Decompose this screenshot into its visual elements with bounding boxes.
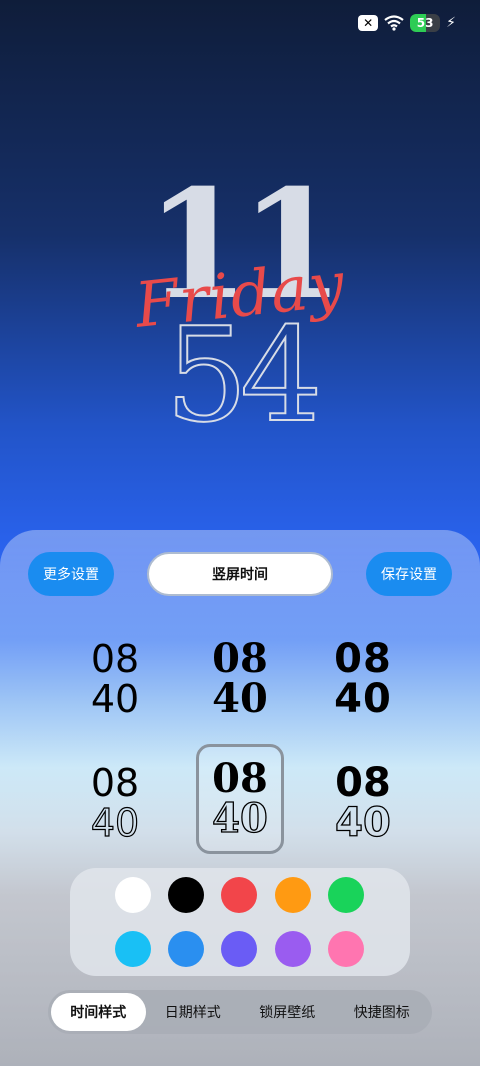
color-palette [70, 868, 410, 976]
style-minute: 40 [335, 800, 392, 846]
color-swatch-pink[interactable] [328, 931, 364, 967]
clock-preview: 11 54 Friday [0, 170, 480, 441]
sim-x-icon: ✕ [358, 15, 379, 31]
time-style-option[interactable]: 08 40 [70, 624, 160, 734]
tab-time-style[interactable]: 时间样式 [51, 993, 146, 1031]
style-hour: 08 [334, 636, 392, 682]
style-hour: 08 [335, 760, 391, 806]
style-minute: 40 [90, 801, 140, 845]
color-swatch-white[interactable] [115, 877, 151, 913]
style-hour: 08 [90, 637, 140, 681]
save-settings-button[interactable]: 保存设置 [366, 552, 452, 596]
bottom-tab-bar: 时间样式 日期样式 锁屏壁纸 快捷图标 [48, 990, 432, 1034]
color-swatch-black[interactable] [168, 877, 204, 913]
style-minute: 40 [212, 795, 269, 842]
wifi-icon [384, 15, 404, 31]
color-swatch-green[interactable] [328, 877, 364, 913]
status-bar: ✕ 53 ⚡ [358, 12, 456, 34]
time-style-option[interactable]: 08 40 [70, 748, 160, 858]
time-style-option-selected[interactable]: 08 40 [196, 744, 284, 854]
style-minute: 40 [212, 675, 268, 722]
style-minute: 40 [334, 676, 392, 722]
style-hour: 08 [212, 635, 268, 682]
time-style-option[interactable]: 08 40 [195, 624, 285, 734]
color-swatch-red[interactable] [221, 877, 257, 913]
color-swatch-cyan[interactable] [115, 931, 151, 967]
style-hour: 08 [90, 761, 140, 805]
color-swatch-blue[interactable] [168, 931, 204, 967]
orientation-toggle[interactable]: 竖屏时间 [147, 552, 333, 596]
bolt-icon: ⚡ [446, 15, 456, 31]
more-settings-button[interactable]: 更多设置 [28, 552, 114, 596]
time-style-option[interactable]: 08 40 [318, 748, 408, 858]
style-minute: 40 [90, 677, 140, 721]
style-hour: 08 [212, 755, 268, 802]
color-swatch-orange[interactable] [275, 877, 311, 913]
battery-level: 53 [416, 16, 434, 30]
tab-lockscreen-wallpaper[interactable]: 锁屏壁纸 [240, 993, 335, 1031]
color-swatch-indigo[interactable] [221, 931, 257, 967]
color-swatch-purple[interactable] [275, 931, 311, 967]
tab-shortcut-icons[interactable]: 快捷图标 [335, 993, 430, 1031]
time-style-option[interactable]: 08 40 [318, 624, 408, 734]
tab-date-style[interactable]: 日期样式 [146, 993, 241, 1031]
battery-indicator: 53 [410, 14, 441, 32]
